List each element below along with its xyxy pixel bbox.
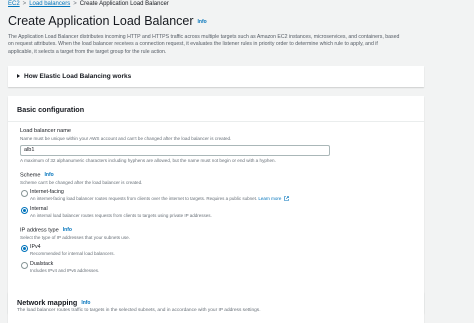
scheme-internal-label[interactable]: Internal: [30, 206, 48, 212]
scheme-internet-facing-description: An internet-facing load balancer routes …: [30, 196, 289, 202]
scheme-internet-facing-description-text: An internet-facing load balancer routes …: [30, 196, 258, 201]
scheme-description: Scheme can't be changed after the load b…: [20, 180, 143, 185]
basic-configuration-heading: Basic configuration: [17, 105, 85, 114]
panel-divider: [8, 121, 424, 122]
network-mapping-info-link[interactable]: Info: [81, 300, 90, 306]
scheme-label: Scheme Info: [20, 172, 54, 178]
lb-name-constraint: A maximum of 32 alphanumeric characters …: [20, 158, 276, 163]
lb-name-input[interactable]: [20, 145, 330, 156]
how-it-works-panel[interactable]: How Elastic Load Balancing works: [8, 66, 424, 87]
external-link-icon[interactable]: [283, 196, 289, 202]
ip-type-dualstack-label[interactable]: Dualstack: [30, 261, 53, 267]
ip-type-description: Select the type of IP addresses that you…: [20, 235, 130, 240]
page-title-text: Create Application Load Balancer: [8, 14, 194, 28]
page-title-info-link[interactable]: Info: [198, 19, 207, 25]
lb-name-label: Load balancer name: [20, 128, 72, 134]
scheme-internal-radio[interactable]: [21, 207, 28, 214]
network-mapping-heading-text: Network mapping: [17, 298, 78, 307]
breadcrumb-current: Create Application Load Balancer: [79, 1, 169, 7]
breadcrumb-load-balancers-link[interactable]: Load balancers: [29, 1, 70, 7]
ip-type-label: IP address type Info: [20, 227, 72, 233]
breadcrumb-ec2-link[interactable]: EC2: [8, 1, 20, 7]
intro-line: The Application Load Balancer distribute…: [8, 34, 400, 40]
lb-name-description: Name must be unique within your AWS acco…: [20, 136, 232, 141]
network-mapping-heading: Network mapping Info: [17, 298, 90, 307]
ip-type-info-link[interactable]: Info: [63, 227, 72, 233]
scheme-internal-description: An internal load balancer routes request…: [30, 213, 212, 218]
scheme-internet-facing-label[interactable]: Internet-facing: [30, 189, 64, 195]
ip-type-dualstack-radio[interactable]: [21, 262, 28, 269]
ip-type-ipv4-description: Recommended for internal load balancers.: [30, 251, 115, 256]
ip-type-dualstack-description: Includes IPv4 and IPv6 addresses.: [30, 268, 100, 273]
page-title: Create Application Load Balancer Info: [8, 14, 207, 28]
network-mapping-description: The load balancer routes traffic to targ…: [17, 308, 261, 313]
breadcrumb-separator-icon: >: [73, 1, 77, 7]
intro-line: on request attributes. When the load bal…: [8, 41, 378, 48]
scheme-internet-facing-radio[interactable]: [21, 190, 28, 197]
caret-right-icon: [17, 74, 20, 79]
ip-type-label-text: IP address type: [20, 227, 59, 234]
how-it-works-toggle[interactable]: How Elastic Load Balancing works: [17, 73, 131, 80]
breadcrumb-separator-icon: >: [22, 1, 27, 7]
basic-configuration-panel: Basic configuration Load balancer name N…: [8, 96, 424, 313]
scheme-info-link[interactable]: Info: [45, 172, 54, 178]
page-intro: The Application Load Balancer distribute…: [8, 34, 428, 56]
breadcrumb: EC2 > Load balancers > Create Application Lo…: [8, 0, 169, 8]
learn-more-link[interactable]: Learn more: [258, 196, 281, 201]
how-it-works-label: How Elastic Load Balancing works: [24, 73, 132, 80]
ip-type-ipv4-label[interactable]: IPv4: [30, 244, 41, 250]
intro-line: applicable, it selects a target from the…: [8, 48, 167, 55]
ip-type-ipv4-radio[interactable]: [21, 245, 28, 252]
network-mapping-panel: Network mapping Info The load balancer ro…: [8, 292, 424, 323]
scheme-label-text: Scheme: [20, 172, 41, 179]
